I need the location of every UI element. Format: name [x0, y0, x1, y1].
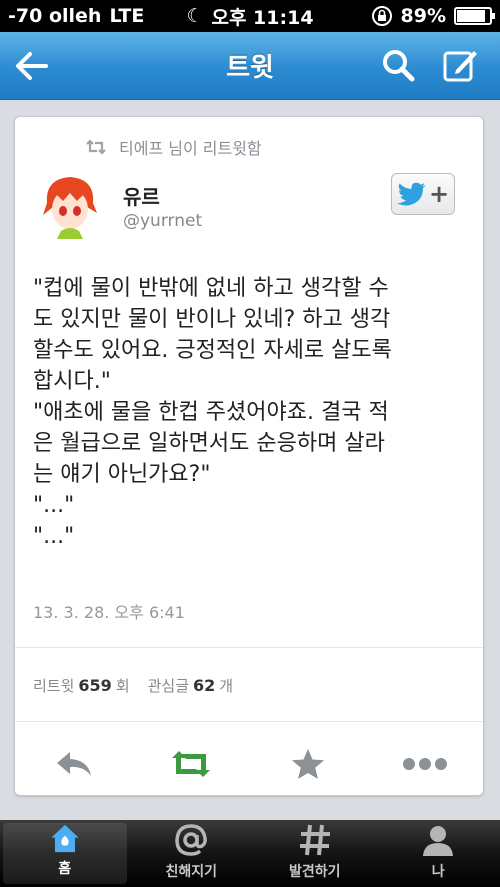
tab-bar: 홈 친해지기 발견하기 나: [0, 820, 500, 887]
retweeted-by-label: 티에프 님이 리트윗함: [119, 139, 262, 158]
retweet-stat-label: 리트윗: [33, 677, 75, 695]
search-icon[interactable]: [380, 47, 416, 83]
battery-fill: [456, 10, 486, 22]
retweeted-by-line: 티에프 님이 리트윗함: [85, 135, 262, 159]
tweet-detail-view[interactable]: 티에프 님이 리트윗함 유르 @yurrnet + "컵에 물이 반밖에 없네 …: [0, 100, 500, 820]
tweet-text: "컵에 물이 반밖에 없네 하고 생각할 수 도 있지만 물이 반이나 있네? …: [33, 276, 392, 549]
tab-connect[interactable]: 친해지기: [130, 820, 254, 887]
user-name[interactable]: 유르: [123, 181, 160, 210]
divider: [15, 647, 483, 648]
battery-percent: 89%: [400, 5, 446, 27]
tweet-stats[interactable]: 리트윗 659 회 관심글 62 개: [33, 675, 233, 696]
retweet-icon: [171, 751, 210, 777]
avatar[interactable]: [37, 173, 103, 239]
nav-bar: 트윗: [0, 32, 500, 100]
plus-icon: +: [428, 180, 450, 208]
twitter-bird-icon: [396, 182, 426, 206]
follow-button[interactable]: +: [391, 173, 455, 215]
retweet-count: 659: [78, 676, 112, 695]
person-icon: [423, 826, 454, 856]
rotation-lock-icon: [371, 6, 392, 26]
tab-me[interactable]: 나: [377, 820, 500, 887]
star-icon: [291, 749, 324, 779]
tab-discover[interactable]: 발견하기: [253, 820, 377, 887]
retweet-small-icon: [86, 139, 106, 155]
back-arrow-icon[interactable]: [14, 48, 50, 84]
tweet-timestamp: 13. 3. 28. 오후 6:41: [33, 603, 185, 622]
tab-label: 친해지기: [165, 864, 218, 880]
more-icon: [402, 758, 447, 770]
user-handle[interactable]: @yurrnet: [123, 211, 202, 231]
tweet-actions: [15, 732, 483, 796]
retweet-unit: 회: [115, 677, 130, 695]
compose-icon[interactable]: [442, 46, 480, 84]
status-bar: -70 olleh LTE ☾ 오후 11:14 89%: [0, 0, 500, 32]
network-label: LTE: [109, 5, 145, 27]
home-icon: [51, 824, 79, 853]
tweet-card: 티에프 님이 리트윗함 유르 @yurrnet + "컵에 물이 반밖에 없네 …: [14, 116, 484, 796]
tab-label: 홈: [58, 861, 72, 877]
favorite-count: 62: [193, 676, 216, 695]
clock-label: 오후 11:14: [211, 6, 314, 29]
tab-label: 나: [431, 864, 445, 880]
page-title: 트윗: [226, 53, 274, 83]
reply-icon: [56, 752, 91, 776]
retweet-button[interactable]: [132, 732, 249, 796]
moon-icon: ☾: [186, 5, 204, 27]
favorite-unit: 개: [219, 677, 234, 695]
favorite-stat-label: 관심글: [147, 677, 190, 695]
carrier-label: -70 olleh: [8, 5, 102, 27]
hash-icon: [299, 824, 330, 856]
reply-button[interactable]: [15, 732, 132, 796]
divider: [15, 721, 483, 722]
at-icon: [175, 824, 208, 856]
battery-icon: [453, 7, 495, 25]
favorite-button[interactable]: [249, 732, 366, 796]
tab-label: 발견하기: [288, 864, 341, 880]
tab-home[interactable]: 홈: [3, 823, 127, 884]
more-button[interactable]: [366, 732, 483, 796]
